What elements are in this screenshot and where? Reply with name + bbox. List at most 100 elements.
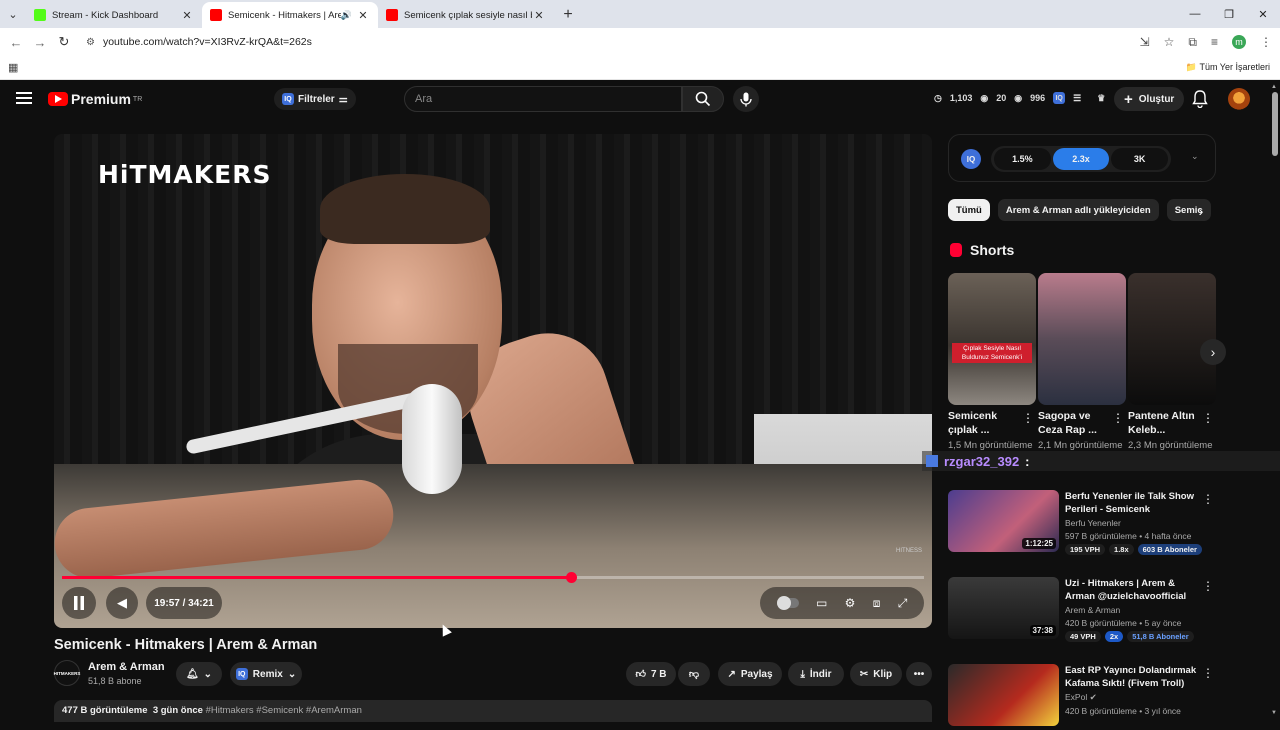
short-title[interactable]: Semicenk çıplak ...	[948, 409, 1020, 437]
subtitles-icon[interactable]: ▭	[816, 596, 827, 610]
channel-avatar[interactable]: HITMAKERS	[54, 660, 80, 686]
iq-logo-icon: IQ	[235, 668, 248, 680]
user-avatar[interactable]	[1228, 88, 1250, 110]
voice-search-button[interactable]	[733, 86, 759, 112]
install-app-icon[interactable]: ⇲	[1140, 35, 1150, 49]
more-vertical-icon[interactable]: ⋮	[1022, 411, 1034, 425]
chat-overlay: rzgar32_392 :	[922, 451, 1280, 471]
hashtags[interactable]: #Hitmakers #Semicenk #AremArman	[206, 705, 362, 716]
recommended-video[interactable]: 1:12:25 Berfu Yenenler ile Talk Show Per…	[948, 490, 1218, 556]
search-input[interactable]: Ara	[404, 86, 682, 112]
trophy-icon[interactable]: ♛	[1097, 93, 1105, 104]
autoplay-toggle[interactable]	[776, 596, 799, 610]
page-scrollbar[interactable]	[1272, 92, 1278, 156]
volume-button[interactable]: ◀	[106, 587, 138, 619]
recommended-video[interactable]: 37:38 Uzi - Hitmakers | Arem & Arman @uz…	[948, 577, 1218, 643]
video-channel[interactable]: Arem & Arman	[1065, 605, 1205, 615]
short-title[interactable]: Pantene Altın Keleb...	[1128, 409, 1200, 437]
iq-option[interactable]: 3K	[1111, 148, 1169, 170]
all-bookmarks-link[interactable]: 📁 Tüm Yer İşaretleri	[1186, 62, 1270, 73]
close-tab-icon[interactable]: ✕	[356, 9, 370, 22]
chevron-right-icon[interactable]: ›	[1190, 200, 1212, 222]
search-button[interactable]	[682, 86, 724, 112]
description-box[interactable]: 477 B görüntüleme 3 gün önce #Hitmakers …	[54, 700, 932, 722]
scroll-down-icon[interactable]: ▼	[1271, 710, 1277, 716]
video-thumbnail[interactable]: 1:12:25	[948, 490, 1059, 552]
video-channel[interactable]: ExPol ✔	[1065, 692, 1205, 703]
iq-option-selected[interactable]: 2.3x	[1052, 148, 1110, 170]
short-thumbnail[interactable]	[1128, 273, 1216, 405]
reading-list-icon[interactable]: ≡	[1211, 35, 1218, 49]
more-vertical-icon[interactable]: ⋮	[1202, 492, 1214, 506]
new-tab-button[interactable]: +	[554, 2, 582, 28]
bookmark-star-icon[interactable]: ☆	[1164, 35, 1175, 49]
video-title[interactable]: Berfu Yenenler ile Talk Show Perileri - …	[1065, 490, 1205, 516]
video-title[interactable]: East RP Yayıncı Dolandırmak Kafama Sıktı…	[1065, 664, 1205, 690]
video-title[interactable]: Uzi - Hitmakers | Arem & Arman @uzielcha…	[1065, 577, 1205, 603]
video-channel[interactable]: Berfu Yenenler	[1065, 518, 1205, 528]
progress-scrubber[interactable]	[565, 572, 577, 583]
chip-uploader[interactable]: Arem & Arman adlı yükleyiciden	[997, 199, 1159, 221]
short-thumbnail[interactable]	[1038, 273, 1126, 405]
restore-icon[interactable]: ❐	[1212, 0, 1246, 28]
menu-hamburger-icon[interactable]	[16, 92, 32, 107]
close-tab-icon[interactable]: ✕	[532, 9, 546, 22]
settings-gear-icon[interactable]: ⚙	[845, 596, 856, 610]
short-item[interactable]: Sagopa ve Ceza Rap ... 2,1 Mn görüntülem…	[1038, 273, 1126, 452]
short-thumbnail[interactable]: Çıplak Sesiyle Nasıl Buldunuz Semicenk'i	[948, 273, 1036, 405]
more-vertical-icon[interactable]: ⋮	[1112, 411, 1124, 425]
clip-button[interactable]: ✂ Klip	[850, 662, 902, 686]
remix-button[interactable]: IQ Remix ⌄	[230, 662, 302, 686]
video-player[interactable]: HiTMAKERS HITNESS ◀ 19:57 / 34:21 ▭ ⚙ ⧈ …	[54, 134, 932, 628]
more-actions-button[interactable]: •••	[906, 662, 932, 686]
browser-tab-kick[interactable]: Stream - Kick Dashboard ✕	[26, 2, 202, 28]
video-thumbnail[interactable]	[948, 664, 1059, 726]
short-title[interactable]: Sagopa ve Ceza Rap ...	[1038, 409, 1110, 437]
reload-icon[interactable]: ↻	[52, 34, 76, 50]
browser-menu-icon[interactable]: ⋮	[1260, 35, 1272, 49]
forward-icon[interactable]: →	[28, 35, 52, 50]
browser-tab-youtube-2[interactable]: Semicenk çıplak sesiyle nasıl bu... ✕	[378, 2, 554, 28]
scroll-up-icon[interactable]: ▲	[1271, 84, 1277, 90]
more-vertical-icon[interactable]: ⋮	[1202, 411, 1214, 425]
fullscreen-icon[interactable]: ⤢	[898, 596, 908, 611]
browser-tab-youtube-active[interactable]: Semicenk - Hitmakers | Arem & Arman 🔊 ✕	[202, 2, 378, 28]
youtube-logo[interactable]: Premium TR	[48, 91, 142, 107]
apps-grid-icon[interactable]: ▦	[8, 61, 18, 74]
shorts-next-button[interactable]: ›	[1200, 339, 1226, 365]
chevron-down-icon[interactable]: ⌄	[1191, 151, 1199, 162]
profile-avatar[interactable]: m	[1232, 35, 1246, 49]
dislike-button[interactable]: 👎︎	[678, 662, 710, 686]
miniplayer-icon[interactable]: ⧈	[873, 596, 881, 611]
back-icon[interactable]: ←	[4, 35, 28, 50]
video-thumbnail[interactable]: 37:38	[948, 577, 1059, 639]
url-field[interactable]: ⚙ youtube.com/watch?v=XI3RvZ-krQA&t=262s	[80, 31, 1110, 53]
more-vertical-icon[interactable]: ⋮	[1202, 666, 1214, 680]
short-item[interactable]: Pantene Altın Keleb... 2,3 Mn görüntülem…	[1128, 273, 1216, 452]
chip-all[interactable]: Tümü	[948, 199, 990, 221]
create-button[interactable]: + Oluştur	[1114, 87, 1185, 111]
close-window-icon[interactable]: ✕	[1246, 0, 1280, 28]
like-count: 7 B	[650, 668, 667, 680]
recommended-video[interactable]: East RP Yayıncı Dolandırmak Kafama Sıktı…	[948, 664, 1218, 730]
site-info-icon[interactable]: ⚙	[86, 37, 95, 48]
channel-name[interactable]: Arem & Arman	[88, 661, 165, 673]
progress-bar[interactable]	[62, 572, 924, 583]
like-button[interactable]: 👍︎ 7 B	[626, 662, 676, 686]
minimize-icon[interactable]: —	[1178, 0, 1212, 28]
iq-option[interactable]: 1.5%	[994, 148, 1051, 170]
notifications-bell-icon[interactable]	[1192, 90, 1208, 113]
tab-search-icon[interactable]: ⌄	[0, 0, 26, 28]
list-icon[interactable]: ☰	[1073, 93, 1081, 104]
extensions-icon[interactable]: ⧉	[1188, 35, 1197, 50]
short-item[interactable]: Çıplak Sesiyle Nasıl Buldunuz Semicenk'i…	[948, 273, 1036, 452]
speaker-icon[interactable]: 🔊	[341, 10, 352, 21]
download-button[interactable]: ⤓ İndir	[788, 662, 844, 686]
iq-logo-icon[interactable]: IQ	[1053, 92, 1066, 104]
more-vertical-icon[interactable]: ⋮	[1202, 579, 1214, 593]
close-tab-icon[interactable]: ✕	[180, 9, 194, 22]
filters-button[interactable]: IQ Filtreler ⚌	[274, 88, 356, 110]
subscription-bell-button[interactable]: 🔔︎ ⌄	[176, 662, 222, 686]
pause-button[interactable]	[62, 587, 96, 619]
share-button[interactable]: ↗ Paylaş	[718, 662, 782, 686]
